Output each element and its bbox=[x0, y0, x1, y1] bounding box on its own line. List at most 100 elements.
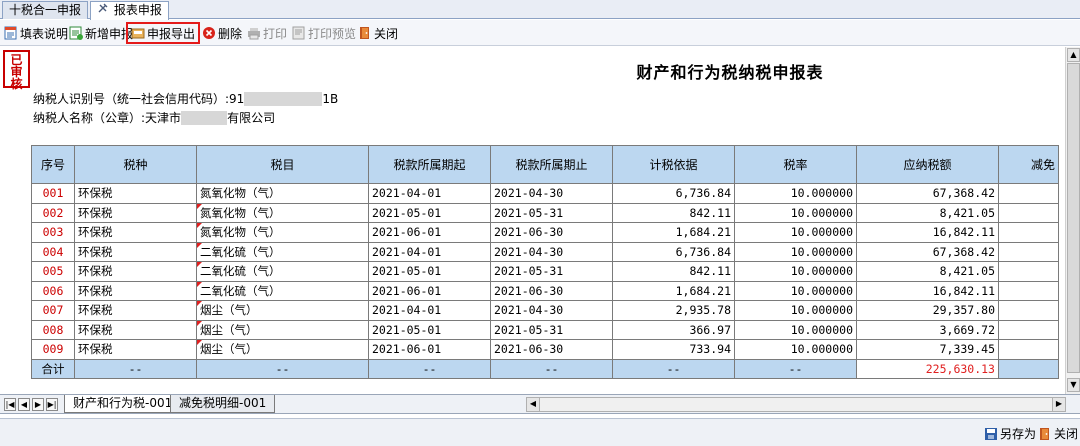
cell-period-end[interactable]: 2021-06-30 bbox=[490, 222, 613, 243]
sheet-tab-property-tax[interactable]: 财产和行为税-001 bbox=[64, 395, 182, 413]
print-button[interactable]: 打印 bbox=[245, 23, 289, 43]
cell-tax-basis[interactable]: 733.94 bbox=[612, 339, 735, 360]
tab-report-declaration[interactable]: 报表申报 bbox=[90, 1, 169, 20]
cell-period-start[interactable]: 2021-04-01 bbox=[368, 300, 491, 321]
cell-tax-type[interactable]: 环保税 bbox=[74, 241, 197, 262]
cell-tax-payable[interactable]: 16,842.11 bbox=[856, 280, 999, 301]
cell-period-end[interactable]: 2021-06-30 bbox=[490, 280, 613, 301]
cell-period-end[interactable]: 2021-04-30 bbox=[490, 300, 613, 321]
cell-tax-item[interactable]: 烟尘（气） bbox=[196, 339, 369, 360]
cell-period-end[interactable]: 2021-05-31 bbox=[490, 261, 613, 282]
cell-tax-item[interactable]: 二氧化硫（气） bbox=[196, 280, 369, 301]
cell-reduction[interactable] bbox=[998, 222, 1059, 243]
cell-reduction[interactable] bbox=[998, 183, 1059, 204]
cell-tax-basis[interactable]: 366.97 bbox=[612, 319, 735, 340]
cell-reduction[interactable] bbox=[998, 319, 1059, 340]
cell-tax-type[interactable]: 环保税 bbox=[74, 222, 197, 243]
cell-period-end[interactable]: 2021-06-30 bbox=[490, 339, 613, 360]
cell-period-start[interactable]: 2021-05-01 bbox=[368, 319, 491, 340]
cell-tax-payable[interactable]: 16,842.11 bbox=[856, 222, 999, 243]
cell-tax-type[interactable]: 环保税 bbox=[74, 183, 197, 204]
cell-tax-rate[interactable]: 10.000000 bbox=[734, 183, 857, 204]
horizontal-scrollbar[interactable]: ◀ ▶ bbox=[526, 397, 1066, 412]
cell-tax-basis[interactable]: 1,684.21 bbox=[612, 280, 735, 301]
cell-period-end[interactable]: 2021-04-30 bbox=[490, 241, 613, 262]
fill-help-button[interactable]: 填表说明 bbox=[2, 23, 70, 43]
next-sheet-icon[interactable]: ▶ bbox=[32, 398, 44, 411]
cell-tax-type[interactable]: 环保税 bbox=[74, 339, 197, 360]
tools-icon bbox=[97, 2, 109, 14]
cell-period-start[interactable]: 2021-05-01 bbox=[368, 261, 491, 282]
cell-tax-type[interactable]: 环保税 bbox=[74, 261, 197, 282]
cell-tax-item[interactable]: 二氧化硫（气） bbox=[196, 261, 369, 282]
tab-ten-taxes-declaration[interactable]: 十税合一申报 bbox=[2, 1, 89, 19]
cell-tax-rate[interactable]: 10.000000 bbox=[734, 339, 857, 360]
cell-tax-type[interactable]: 环保税 bbox=[74, 280, 197, 301]
cell-period-end[interactable]: 2021-04-30 bbox=[490, 183, 613, 204]
cell-tax-payable[interactable]: 67,368.42 bbox=[856, 183, 999, 204]
first-sheet-icon[interactable]: |◀ bbox=[4, 398, 16, 411]
cell-tax-basis[interactable]: 1,684.21 bbox=[612, 222, 735, 243]
table-row: 001 环保税 氮氧化物（气） 2021-04-01 2021-04-30 6,736.8… bbox=[31, 183, 1059, 204]
cell-tax-rate[interactable]: 10.000000 bbox=[734, 202, 857, 223]
cell-period-start[interactable]: 2021-06-01 bbox=[368, 280, 491, 301]
cell-tax-payable[interactable]: 3,669.72 bbox=[856, 319, 999, 340]
cell-tax-item[interactable]: 烟尘（气） bbox=[196, 319, 369, 340]
cell-period-start[interactable]: 2021-05-01 bbox=[368, 202, 491, 223]
delete-button[interactable]: 删除 bbox=[200, 23, 244, 43]
cell-tax-type[interactable]: 环保税 bbox=[74, 319, 197, 340]
scroll-right-icon[interactable]: ▶ bbox=[1052, 398, 1065, 411]
vertical-scrollbar[interactable]: ▲ ▼ bbox=[1065, 47, 1080, 394]
cell-total-dash: -- bbox=[612, 358, 735, 379]
cell-reduction[interactable] bbox=[998, 280, 1059, 301]
cell-reduction[interactable] bbox=[998, 241, 1059, 262]
cell-tax-item[interactable]: 烟尘（气） bbox=[196, 300, 369, 321]
cell-period-end[interactable]: 2021-05-31 bbox=[490, 202, 613, 223]
cell-tax-basis[interactable]: 842.11 bbox=[612, 261, 735, 282]
cell-reduction[interactable] bbox=[998, 202, 1059, 223]
cell-period-start[interactable]: 2021-06-01 bbox=[368, 222, 491, 243]
cell-tax-payable[interactable]: 8,421.05 bbox=[856, 261, 999, 282]
cell-tax-type[interactable]: 环保税 bbox=[74, 202, 197, 223]
close-door-icon bbox=[1038, 427, 1052, 441]
cell-period-start[interactable]: 2021-04-01 bbox=[368, 183, 491, 204]
cell-tax-rate[interactable]: 10.000000 bbox=[734, 300, 857, 321]
prev-sheet-icon[interactable]: ◀ bbox=[18, 398, 30, 411]
scroll-up-icon[interactable]: ▲ bbox=[1067, 48, 1080, 62]
cell-tax-basis[interactable]: 842.11 bbox=[612, 202, 735, 223]
last-sheet-icon[interactable]: ▶| bbox=[46, 398, 58, 411]
cell-reduction[interactable] bbox=[998, 300, 1059, 321]
cell-tax-type[interactable]: 环保税 bbox=[74, 300, 197, 321]
cell-tax-payable[interactable]: 8,421.05 bbox=[856, 202, 999, 223]
cell-reduction[interactable] bbox=[998, 339, 1059, 360]
cell-period-start[interactable]: 2021-06-01 bbox=[368, 339, 491, 360]
cell-tax-rate[interactable]: 10.000000 bbox=[734, 261, 857, 282]
scroll-down-icon[interactable]: ▼ bbox=[1067, 378, 1080, 392]
cell-tax-rate[interactable]: 10.000000 bbox=[734, 222, 857, 243]
cell-tax-item[interactable]: 氮氧化物（气） bbox=[196, 202, 369, 223]
cell-tax-item[interactable]: 氮氧化物（气） bbox=[196, 183, 369, 204]
close-button[interactable]: 关闭 bbox=[356, 23, 400, 43]
print-preview-button[interactable]: 打印预览 bbox=[290, 23, 358, 43]
add-declaration-button[interactable]: 新增申报 bbox=[67, 23, 135, 43]
cell-tax-payable[interactable]: 29,357.80 bbox=[856, 300, 999, 321]
cell-period-start[interactable]: 2021-04-01 bbox=[368, 241, 491, 262]
cell-tax-payable[interactable]: 67,368.42 bbox=[856, 241, 999, 262]
save-as-button[interactable]: 另存为 bbox=[984, 425, 1036, 442]
cell-tax-rate[interactable]: 10.000000 bbox=[734, 319, 857, 340]
sheet-tab-exemption-detail[interactable]: 减免税明细-001 bbox=[170, 395, 276, 413]
cell-tax-basis[interactable]: 6,736.84 bbox=[612, 241, 735, 262]
scroll-thumb[interactable] bbox=[1067, 63, 1080, 373]
cell-tax-basis[interactable]: 2,935.78 bbox=[612, 300, 735, 321]
cell-tax-payable[interactable]: 7,339.45 bbox=[856, 339, 999, 360]
cell-period-end[interactable]: 2021-05-31 bbox=[490, 319, 613, 340]
export-declaration-button[interactable]: 申报导出 bbox=[126, 22, 201, 44]
cell-tax-item[interactable]: 二氧化硫（气） bbox=[196, 241, 369, 262]
scroll-left-icon[interactable]: ◀ bbox=[527, 398, 540, 411]
status-close-button[interactable]: 关闭 bbox=[1038, 425, 1078, 442]
cell-tax-rate[interactable]: 10.000000 bbox=[734, 241, 857, 262]
cell-reduction[interactable] bbox=[998, 261, 1059, 282]
cell-tax-basis[interactable]: 6,736.84 bbox=[612, 183, 735, 204]
cell-tax-rate[interactable]: 10.000000 bbox=[734, 280, 857, 301]
cell-tax-item[interactable]: 氮氧化物（气） bbox=[196, 222, 369, 243]
